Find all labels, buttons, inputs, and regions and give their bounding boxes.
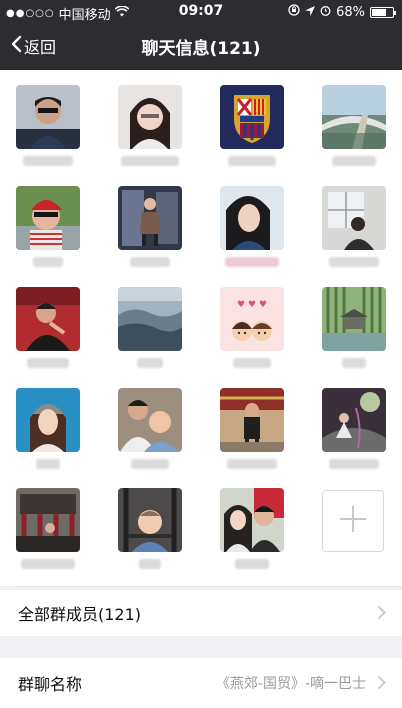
member-avatar[interactable]: ♥ ♥ ♥	[220, 287, 284, 351]
member-avatar[interactable]	[322, 85, 386, 149]
member-item[interactable]	[322, 186, 386, 267]
group-name-label: 群聊名称	[18, 675, 83, 694]
member-avatar[interactable]	[118, 287, 182, 351]
page-title: 聊天信息(121)	[141, 39, 261, 59]
member-avatar[interactable]	[16, 488, 80, 552]
all-members-label: 全部群成员(121)	[18, 605, 142, 624]
member-avatar[interactable]	[220, 388, 284, 452]
member-item[interactable]: ♥ ♥ ♥	[220, 287, 284, 368]
member-item[interactable]	[322, 85, 386, 166]
header: ●●○○○ 中国移动 09:07 68% 返回 聊天信息(121)	[0, 0, 402, 70]
member-item[interactable]	[118, 186, 182, 267]
member-name-blurred	[139, 559, 161, 569]
member-name-blurred	[227, 459, 277, 469]
member-item[interactable]	[118, 388, 182, 469]
member-avatar[interactable]	[322, 388, 386, 452]
member-name-blurred	[342, 358, 366, 368]
member-name-blurred	[23, 156, 73, 166]
member-name-blurred	[36, 459, 60, 469]
member-name-blurred	[225, 257, 279, 267]
add-member-icon	[338, 504, 368, 538]
member-avatar[interactable]	[118, 388, 182, 452]
member-name-blurred	[21, 559, 75, 569]
member-avatar[interactable]	[118, 85, 182, 149]
group-name-value: 《燕郊-国贸》-嘀一巴士	[215, 676, 366, 692]
divider	[16, 586, 402, 587]
member-name-blurred	[130, 257, 170, 267]
member-name-blurred	[233, 358, 271, 368]
member-avatar[interactable]	[16, 85, 80, 149]
group-name-row[interactable]: 群聊名称 《燕郊-国贸》-嘀一巴士	[0, 658, 402, 708]
member-item[interactable]	[322, 287, 386, 368]
member-item[interactable]	[220, 388, 284, 469]
member-item[interactable]	[220, 186, 284, 267]
member-name-blurred	[33, 257, 63, 267]
member-item[interactable]	[118, 85, 182, 166]
alarm-icon	[320, 5, 331, 20]
battery-percent: 68%	[336, 4, 365, 20]
add-member-button[interactable]	[322, 490, 384, 552]
member-avatar[interactable]	[220, 85, 284, 149]
member-avatar[interactable]	[118, 488, 182, 552]
member-item[interactable]	[118, 488, 182, 569]
member-avatar[interactable]	[220, 186, 284, 250]
member-name-blurred	[329, 459, 379, 469]
member-avatar[interactable]	[322, 186, 386, 250]
member-name-blurred	[332, 156, 376, 166]
chevron-right-icon	[377, 675, 386, 694]
member-avatar[interactable]	[16, 287, 80, 351]
all-members-row[interactable]: 全部群成员(121)	[0, 590, 402, 636]
member-item[interactable]	[220, 488, 284, 569]
member-name-blurred	[235, 559, 269, 569]
member-item[interactable]	[16, 488, 80, 569]
member-item[interactable]	[16, 388, 80, 469]
member-item[interactable]	[16, 186, 80, 267]
battery-icon	[370, 6, 396, 18]
chevron-right-icon	[377, 605, 386, 624]
member-item[interactable]	[322, 388, 386, 469]
member-avatar[interactable]	[16, 186, 80, 250]
member-name-blurred	[121, 156, 179, 166]
navigation-bar: 返回 聊天信息(121)	[0, 22, 402, 70]
member-item[interactable]	[16, 287, 80, 368]
status-bar: ●●○○○ 中国移动 09:07 68%	[0, 0, 402, 23]
member-name-blurred	[137, 358, 163, 368]
member-name-blurred	[27, 358, 69, 368]
member-item[interactable]	[220, 85, 284, 166]
member-avatar[interactable]	[16, 388, 80, 452]
member-name-blurred	[329, 257, 379, 267]
member-name-blurred	[131, 459, 169, 469]
member-item[interactable]	[118, 287, 182, 368]
member-grid: ♥ ♥ ♥	[0, 70, 402, 586]
member-avatar[interactable]	[220, 488, 284, 552]
member-name-blurred	[228, 156, 276, 166]
lock-rotation-icon	[288, 4, 300, 20]
member-avatar[interactable]	[322, 287, 386, 351]
member-avatar[interactable]	[118, 186, 182, 250]
member-item[interactable]	[16, 85, 80, 166]
location-icon	[305, 5, 316, 20]
svg-text:♥ ♥ ♥: ♥ ♥ ♥	[237, 300, 267, 310]
